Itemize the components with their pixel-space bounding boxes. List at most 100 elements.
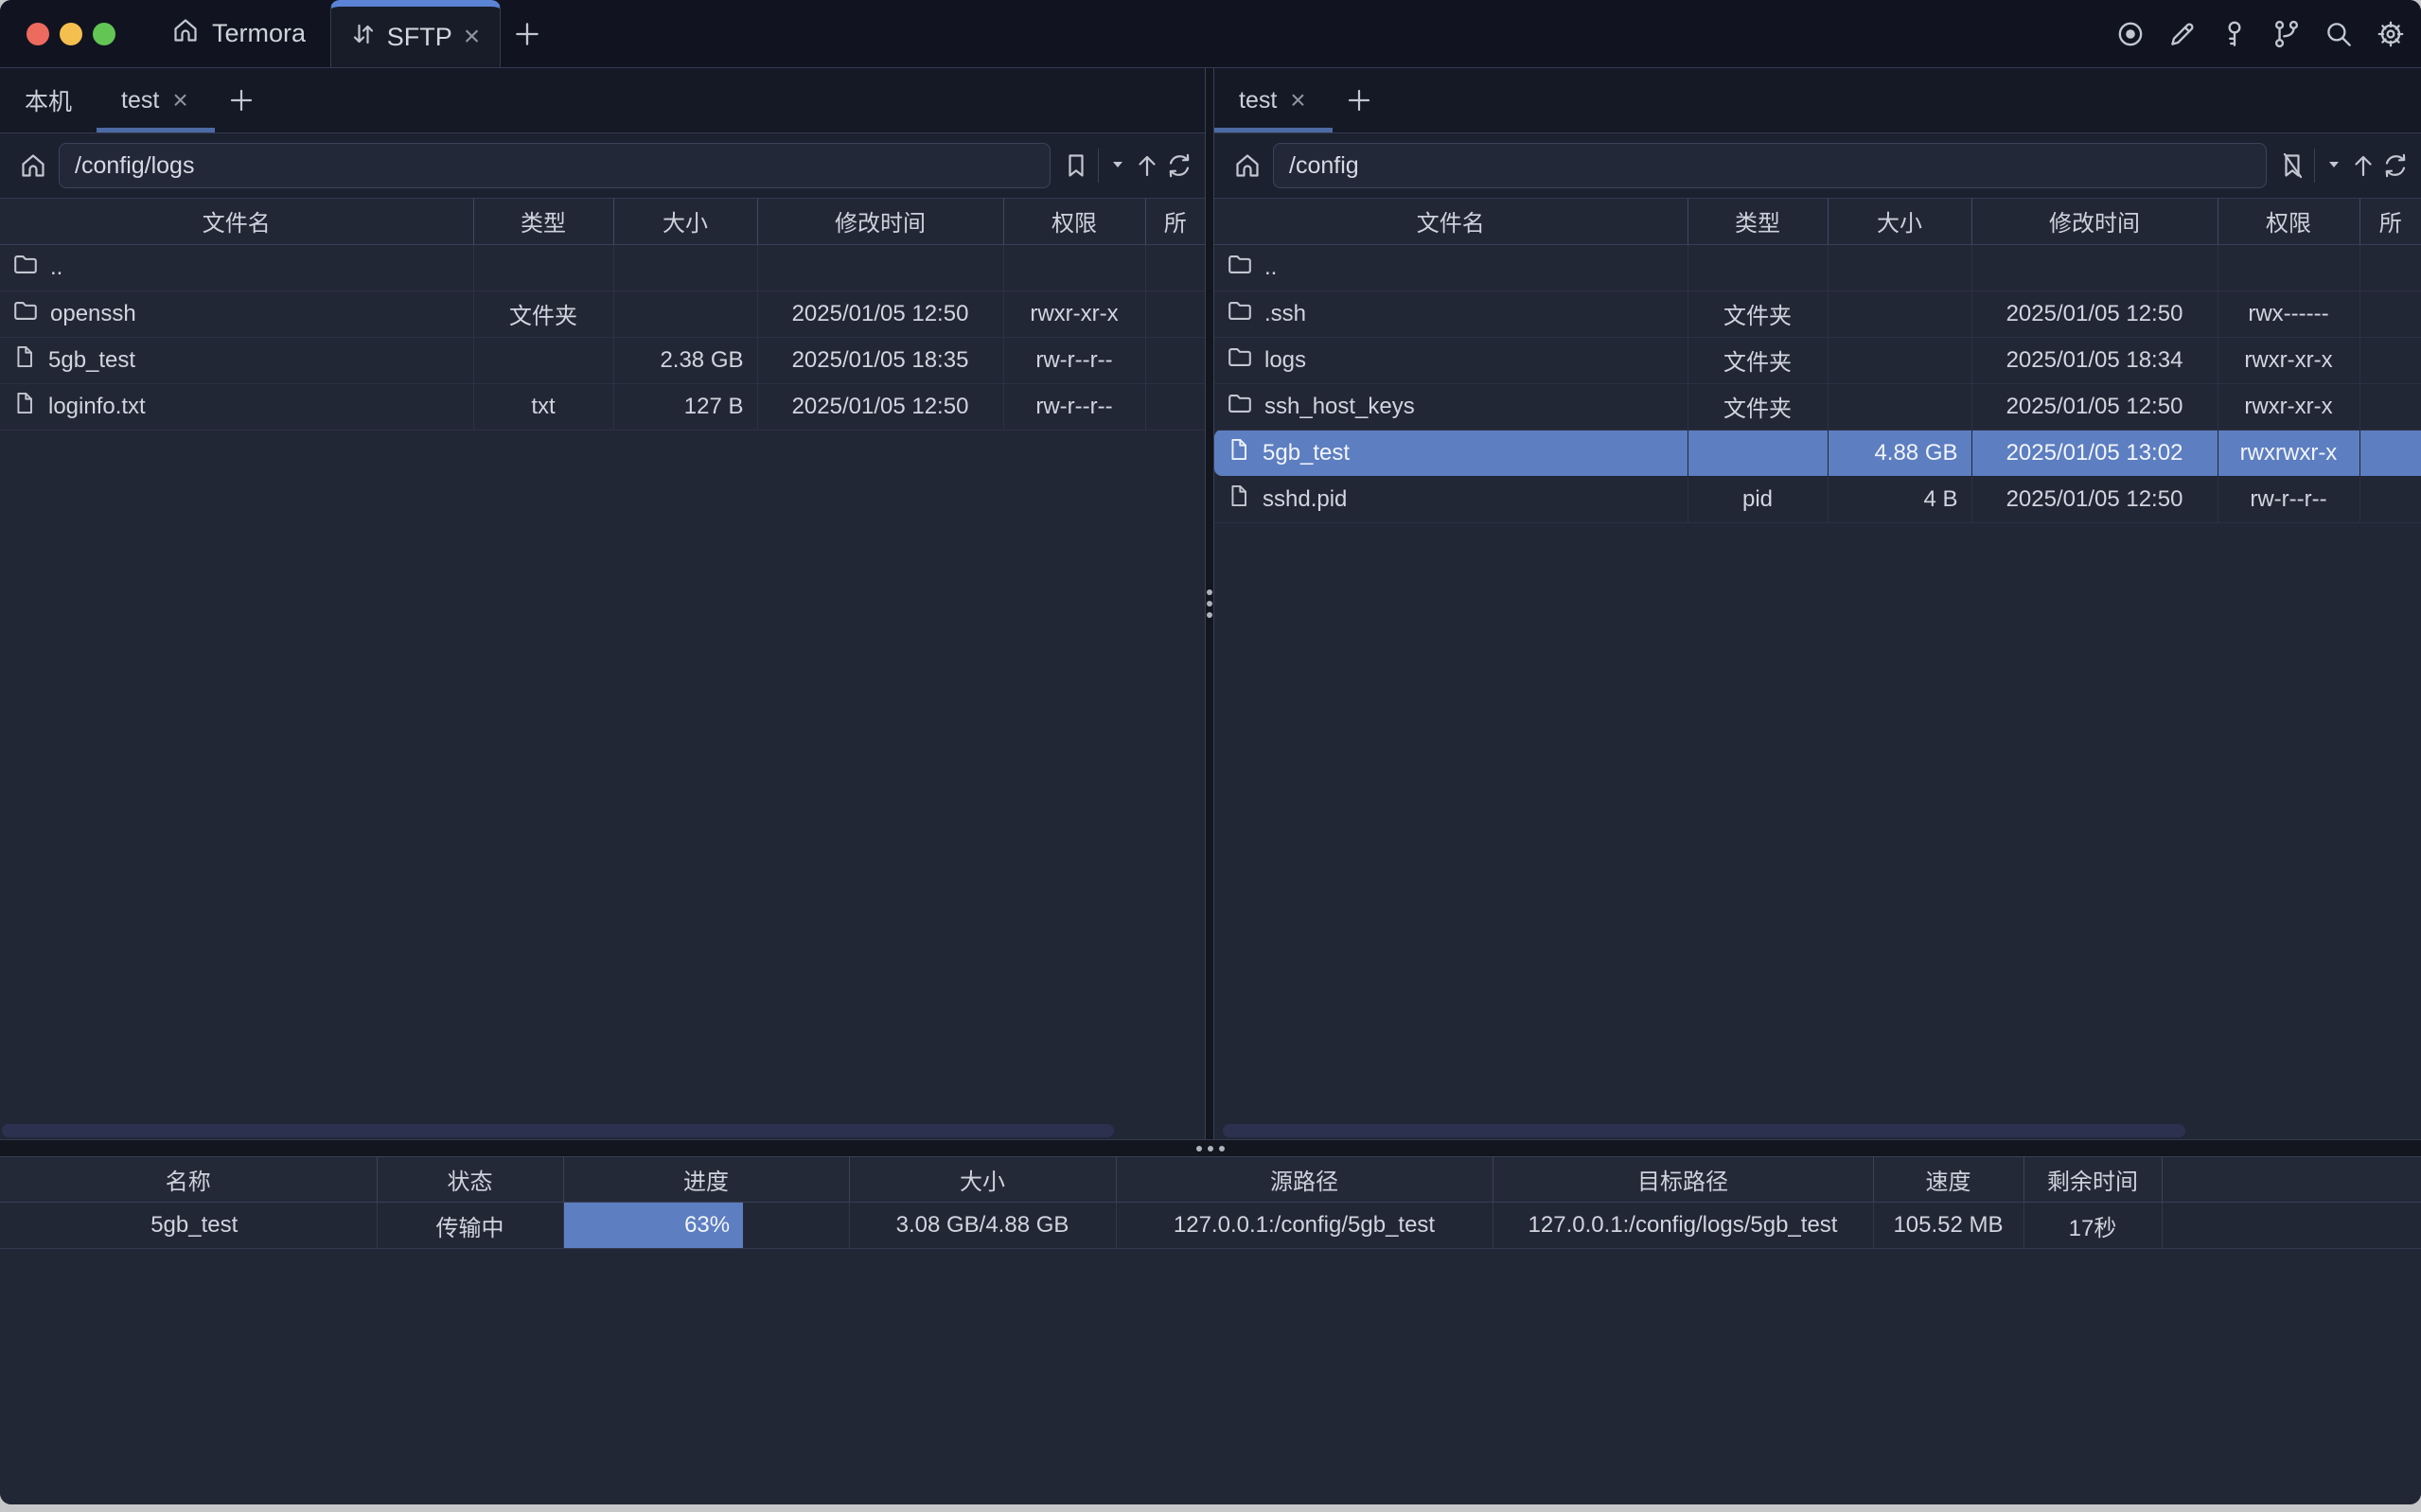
tab-close-icon[interactable]: × [462, 23, 483, 51]
right-file-table: 文件名 类型 大小 修改时间 权限 所 .. [1214, 199, 2421, 523]
tab-sftp-label: SFTP [387, 23, 452, 52]
col-size[interactable]: 大小 [613, 199, 757, 244]
col-filename[interactable]: 文件名 [0, 199, 473, 244]
table-row[interactable]: .. [1214, 244, 2421, 290]
file-icon [11, 390, 38, 423]
transfer-row[interactable]: 5gb_test 传输中 63% 3.08 GB/4.88 GB 127.0.0… [0, 1203, 2421, 1249]
new-window-tab-button[interactable] [501, 0, 554, 67]
horizontal-scrollbar[interactable] [2, 1124, 1114, 1137]
progress-cell: 63% [563, 1203, 849, 1249]
search-icon[interactable] [2322, 17, 2356, 51]
up-directory-icon[interactable] [2347, 149, 2379, 182]
folder-icon [1226, 343, 1254, 378]
up-directory-icon[interactable] [1131, 149, 1163, 182]
col-size[interactable]: 大小 [1828, 199, 1971, 244]
app-window: Termora SFTP × [0, 0, 2421, 1504]
table-row-selected[interactable]: 5gb_test 4.88 GB 2025/01/05 13:02 rwxrwx… [1214, 430, 2421, 476]
table-row[interactable]: loginfo.txt txt 127 B 2025/01/05 12:50 r… [0, 383, 1205, 430]
col-owner[interactable]: 所 [2359, 199, 2421, 244]
dual-pane-area: 本机 test × [0, 68, 2421, 1139]
pane-splitter[interactable] [1205, 68, 1214, 1139]
col-perm[interactable]: 权限 [1003, 199, 1145, 244]
col-type[interactable]: 类型 [473, 199, 613, 244]
col-filename[interactable]: 文件名 [1214, 199, 1688, 244]
right-tab-test[interactable]: test × [1214, 68, 1333, 132]
right-path-input[interactable] [1273, 143, 2267, 188]
bookmark-icon[interactable] [1060, 149, 1092, 182]
table-row[interactable]: 5gb_test 2.38 GB 2025/01/05 18:35 rw-r--… [0, 337, 1205, 383]
transfer-table: 名称 状态 进度 大小 源路径 目标路径 速度 剩余时间 5gb_test 传输… [0, 1156, 2421, 1249]
traffic-lights [0, 0, 115, 67]
right-pathbar [1214, 133, 2421, 199]
left-tab-close-icon[interactable]: × [170, 87, 189, 114]
left-path-input[interactable] [59, 143, 1051, 188]
maximize-window-button[interactable] [93, 23, 115, 45]
right-pane: test × [1214, 68, 2421, 1139]
bookmark-off-icon[interactable] [2276, 149, 2308, 182]
titlebar: Termora SFTP × [0, 0, 2421, 68]
col-owner[interactable]: 所 [1145, 199, 1205, 244]
settings-icon[interactable] [2374, 17, 2408, 51]
col-modified[interactable]: 修改时间 [1971, 199, 2218, 244]
home-icon[interactable] [17, 149, 49, 182]
col-perm[interactable]: 权限 [2218, 199, 2359, 244]
tab-sftp[interactable]: SFTP × [330, 0, 501, 67]
left-tab-test[interactable]: test × [97, 68, 215, 132]
left-add-tab-button[interactable] [215, 68, 268, 132]
table-row[interactable]: logs 文件夹 2025/01/05 18:34 rwxr-xr-x [1214, 337, 2421, 383]
transfer-table-header: 名称 状态 进度 大小 源路径 目标路径 速度 剩余时间 [0, 1157, 2421, 1203]
col-progress: 进度 [563, 1157, 849, 1203]
app-home-tab[interactable]: Termora [170, 0, 306, 67]
minimize-window-button[interactable] [60, 23, 82, 45]
refresh-icon[interactable] [1163, 149, 1195, 182]
splitter-grip-icon [1208, 1146, 1213, 1152]
col-remaining: 剩余时间 [2023, 1157, 2162, 1203]
file-icon [1226, 483, 1252, 516]
col-source: 源路径 [1116, 1157, 1493, 1203]
table-row[interactable]: sshd.pid pid 4 B 2025/01/05 12:50 rw-r--… [1214, 476, 2421, 522]
col-name: 名称 [0, 1157, 377, 1203]
progress-label: 63% [684, 1212, 730, 1239]
left-tab-local[interactable]: 本机 [0, 68, 97, 132]
key-icon[interactable] [2218, 17, 2252, 51]
file-icon [1226, 436, 1252, 469]
table-row[interactable]: ssh_host_keys 文件夹 2025/01/05 12:50 rwxr-… [1214, 383, 2421, 430]
left-pane: 本机 test × [0, 68, 1205, 1139]
right-tab-close-icon[interactable]: × [1288, 87, 1307, 114]
col-type[interactable]: 类型 [1688, 199, 1828, 244]
close-window-button[interactable] [27, 23, 49, 45]
col-target: 目标路径 [1493, 1157, 1873, 1203]
edit-icon[interactable] [2165, 17, 2200, 51]
file-icon [11, 343, 38, 377]
table-row[interactable]: .ssh 文件夹 2025/01/05 12:50 rwx------ [1214, 290, 2421, 337]
record-icon[interactable] [2113, 17, 2147, 51]
left-pane-tabs: 本机 test × [0, 68, 1205, 133]
table-row[interactable]: .. [0, 244, 1205, 290]
app-title: Termora [212, 19, 306, 48]
chevron-down-icon[interactable] [2326, 157, 2341, 175]
titlebar-actions [2113, 0, 2408, 68]
home-icon [170, 15, 201, 52]
progress-bar: 63% [564, 1203, 744, 1248]
fork-icon[interactable] [2270, 17, 2304, 51]
left-table-header: 文件名 类型 大小 修改时间 权限 所 [0, 199, 1205, 244]
right-path-actions [2267, 149, 2421, 183]
col-modified[interactable]: 修改时间 [757, 199, 1003, 244]
folder-icon [1226, 296, 1254, 331]
horizontal-scrollbar[interactable] [1223, 1124, 2185, 1137]
col-speed: 速度 [1873, 1157, 2023, 1203]
folder-icon [1226, 389, 1254, 424]
col-status: 状态 [377, 1157, 563, 1203]
refresh-icon[interactable] [2379, 149, 2412, 182]
left-path-actions [1051, 149, 1205, 183]
transfer-panel: 名称 状态 进度 大小 源路径 目标路径 速度 剩余时间 5gb_test 传输… [0, 1156, 2421, 1504]
home-icon[interactable] [1231, 149, 1264, 182]
right-add-tab-button[interactable] [1333, 68, 1386, 132]
folder-icon [11, 296, 40, 331]
folder-icon [1226, 250, 1254, 285]
chevron-down-icon[interactable] [1110, 157, 1125, 175]
right-table-header: 文件名 类型 大小 修改时间 权限 所 [1214, 199, 2421, 244]
table-row[interactable]: openssh 文件夹 2025/01/05 12:50 rwxr-xr-x [0, 290, 1205, 337]
col-size: 大小 [849, 1157, 1116, 1203]
bottom-splitter[interactable] [0, 1139, 2421, 1156]
